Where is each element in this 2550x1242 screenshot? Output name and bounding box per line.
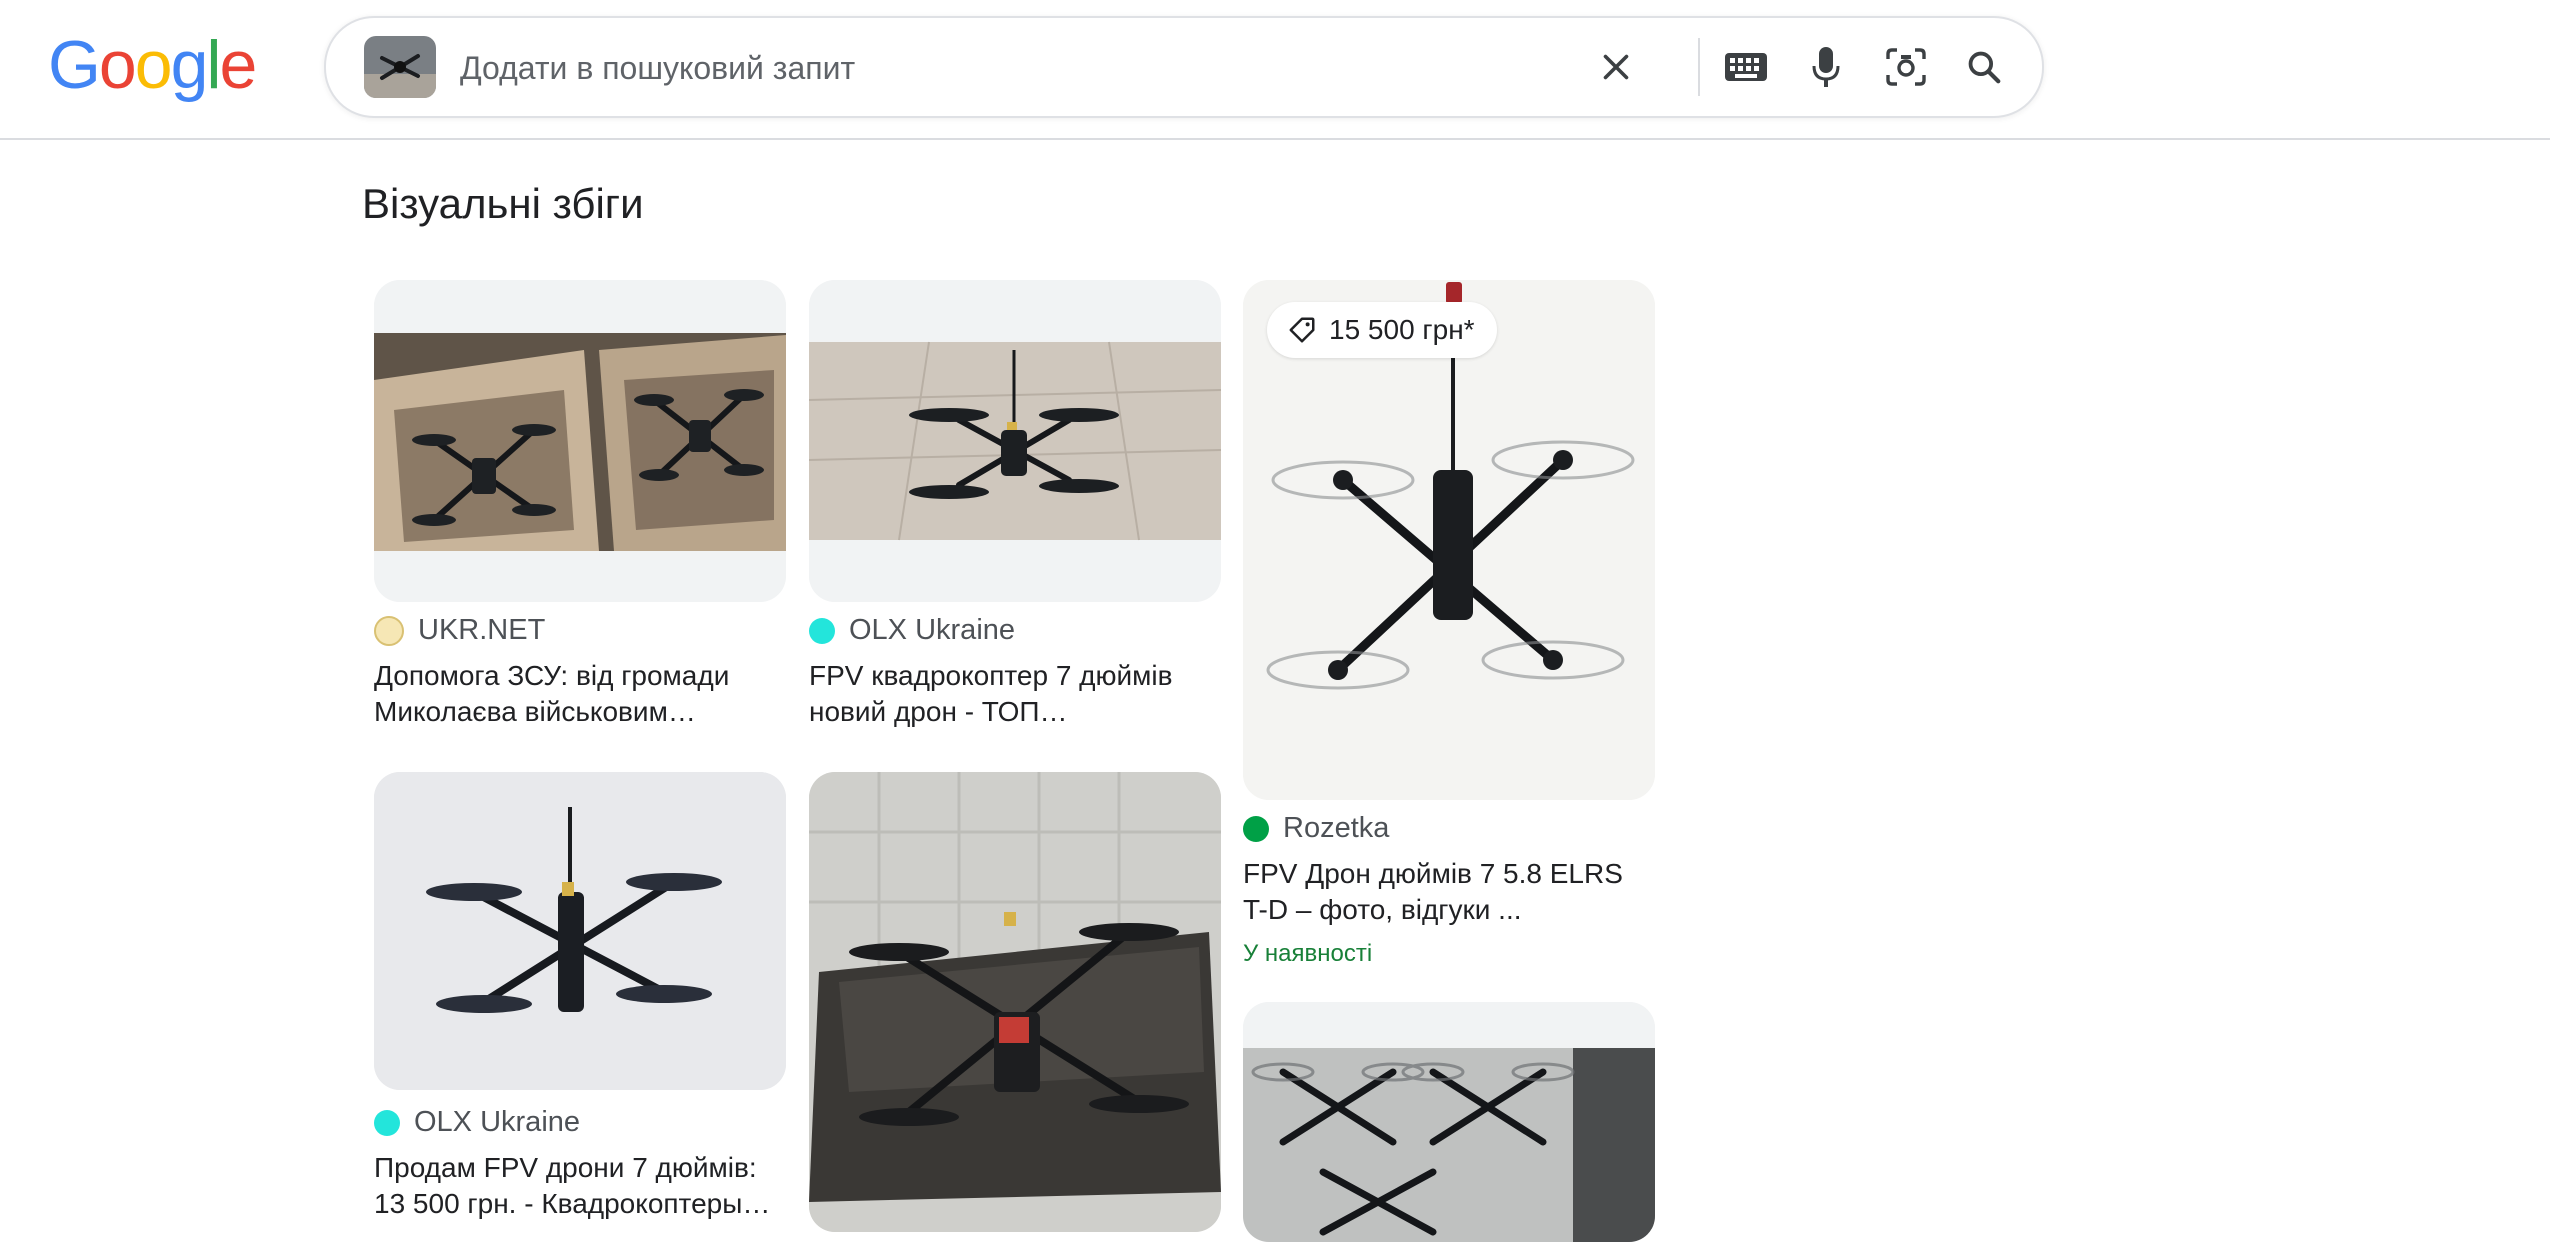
price-tag-icon <box>1289 317 1315 343</box>
logo-letter: G <box>48 27 101 103</box>
google-logo[interactable]: Google <box>48 26 258 104</box>
result-source[interactable]: OLX Ukraine <box>374 1106 580 1139</box>
result-source[interactable]: OLX Ukraine <box>809 614 1015 647</box>
search-box <box>324 16 2044 118</box>
result-image[interactable] <box>1243 1002 1655 1242</box>
source-name: UKR.NET <box>418 614 546 646</box>
result-image[interactable] <box>374 772 786 1090</box>
result-title[interactable]: FPV квадрокоптер 7 дюймів новий дрон - Т… <box>809 658 1221 730</box>
result-image[interactable] <box>809 772 1221 1232</box>
section-title: Візуальні збіги <box>362 180 644 227</box>
logo-letter: l <box>206 27 221 103</box>
lens-camera-icon[interactable] <box>1884 45 1928 89</box>
result-title[interactable]: Продам FPV дрони 7 дюймів: 13 500 грн. -… <box>374 1150 786 1222</box>
logo-letter: o <box>134 27 173 103</box>
search-input[interactable] <box>458 42 1562 94</box>
search-icon[interactable] <box>1962 45 2006 89</box>
close-icon[interactable] <box>1594 45 1638 89</box>
olx-favicon-icon <box>809 617 835 644</box>
source-name: OLX Ukraine <box>414 1106 581 1138</box>
rozetka-favicon-icon <box>1243 815 1269 842</box>
result-source[interactable]: Rozetka <box>1243 812 1389 845</box>
title-line: 13 500 грн. - Квадрокоптеры… <box>374 1188 771 1219</box>
title-line: новий дрон - ТОП… <box>809 696 1068 727</box>
olx-favicon-icon <box>374 1109 400 1136</box>
result-title[interactable]: Допомога ЗСУ: від громади Миколаєва війс… <box>374 658 786 730</box>
search-divider <box>1698 38 1700 96</box>
title-line: T-D – фото, відгуки ... <box>1243 894 1522 925</box>
keyboard-icon[interactable] <box>1724 45 1768 89</box>
title-line: FPV Дрон дюймів 7 5.8 ELRS <box>1243 858 1623 889</box>
source-name: OLX Ukraine <box>849 614 1016 646</box>
logo-letter: o <box>98 27 137 103</box>
result-title[interactable]: FPV Дрон дюймів 7 5.8 ELRS T-D – фото, в… <box>1243 856 1655 928</box>
title-line: FPV квадрокоптер 7 дюймів <box>809 660 1173 691</box>
result-image[interactable] <box>809 280 1221 602</box>
logo-letter: g <box>170 27 209 103</box>
logo-letter: e <box>219 27 258 103</box>
top-bar: Google <box>0 0 2550 140</box>
ukrnet-favicon-icon <box>374 615 404 646</box>
microphone-icon[interactable] <box>1804 45 1848 89</box>
source-name: Rozetka <box>1283 812 1390 844</box>
availability-status: У наявності <box>1243 940 1373 967</box>
title-line: Продам FPV дрони 7 дюймів: <box>374 1152 757 1183</box>
result-image[interactable] <box>374 280 786 602</box>
title-line: Миколаєва військовим… <box>374 696 696 727</box>
price-text: 15 500 грн* <box>1329 314 1475 345</box>
result-image[interactable]: 15 500 грн* <box>1243 280 1655 800</box>
query-image-thumbnail[interactable] <box>364 36 436 98</box>
result-source[interactable]: UKR.NET <box>374 614 545 647</box>
price-badge[interactable]: 15 500 грн* <box>1267 302 1497 358</box>
title-line: Допомога ЗСУ: від громади <box>374 660 730 691</box>
